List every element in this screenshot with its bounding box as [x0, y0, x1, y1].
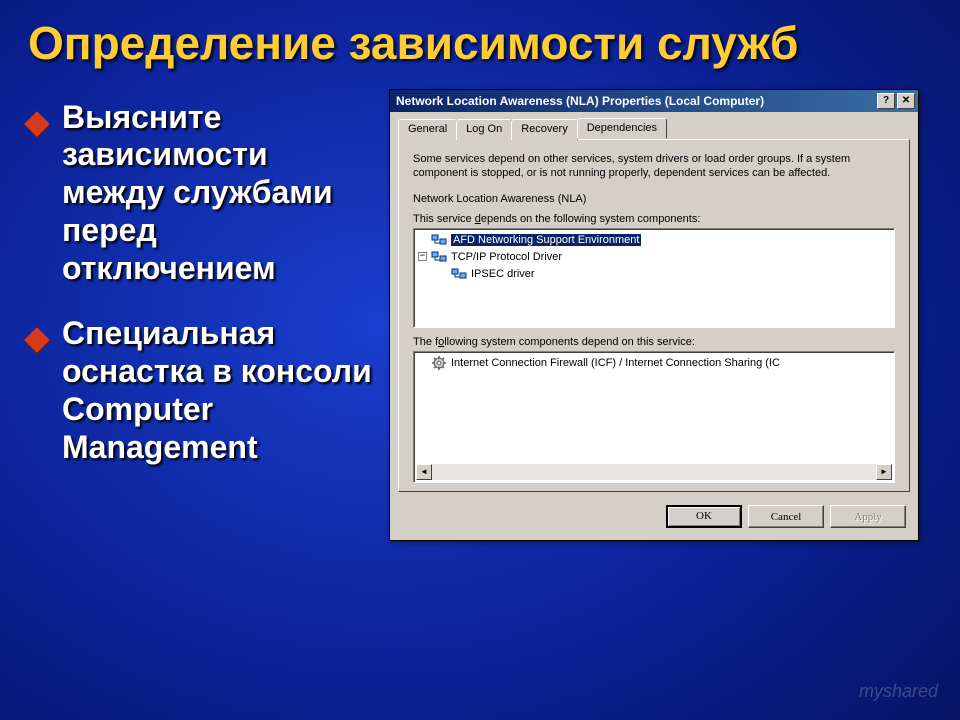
bullet-list: Выясните зависимости между службами пере…	[14, 89, 379, 542]
tree-item-label: TCP/IP Protocol Driver	[451, 251, 562, 263]
depends-on-label: This service depends on the following sy…	[413, 213, 895, 225]
tab-dependencies[interactable]: Dependencies	[577, 118, 667, 139]
network-icon	[431, 250, 447, 264]
bullet-diamond-icon	[24, 111, 49, 136]
tree-item-label: Internet Connection Firewall (ICF) / Int…	[451, 357, 780, 369]
apply-button[interactable]: Apply	[830, 505, 906, 528]
collapse-icon[interactable]: −	[418, 252, 427, 261]
tab-log-on[interactable]: Log On	[456, 119, 512, 140]
bullet-item: Специальная оснастка в консоли Computer …	[28, 315, 375, 466]
depends-on-tree[interactable]: AFD Networking Support Environment − TCP…	[413, 228, 895, 328]
bullet-diamond-icon	[24, 328, 49, 353]
tab-panel: Some services depend on other services, …	[398, 139, 910, 493]
service-name-label: Network Location Awareness (NLA)	[413, 193, 895, 205]
tab-recovery[interactable]: Recovery	[511, 119, 577, 140]
dependents-label: The following system components depend o…	[413, 336, 895, 348]
close-button[interactable]: ✕	[897, 93, 915, 109]
titlebar: Network Location Awareness (NLA) Propert…	[390, 90, 918, 112]
description-text: Some services depend on other services, …	[413, 152, 895, 182]
scroll-track[interactable]	[432, 464, 876, 480]
tree-item[interactable]: IPSEC driver	[416, 265, 892, 282]
bullet-text: Специальная оснастка в консоли Computer …	[62, 315, 375, 466]
titlebar-text: Network Location Awareness (NLA) Propert…	[396, 94, 875, 108]
scroll-left-icon[interactable]: ◄	[416, 464, 432, 480]
tab-strip: General Log On Recovery Dependencies	[390, 112, 918, 139]
tab-general[interactable]: General	[398, 119, 457, 140]
help-button[interactable]: ?	[877, 93, 895, 109]
network-icon	[451, 267, 467, 281]
tree-item-label: AFD Networking Support Environment	[451, 234, 641, 246]
tree-item[interactable]: AFD Networking Support Environment	[416, 231, 892, 248]
bullet-text: Выясните зависимости между службами пере…	[62, 99, 375, 288]
bullet-item: Выясните зависимости между службами пере…	[28, 99, 375, 288]
properties-dialog: Network Location Awareness (NLA) Propert…	[389, 89, 919, 542]
tree-item[interactable]: Internet Connection Firewall (ICF) / Int…	[416, 354, 892, 371]
tree-item-label: IPSEC driver	[471, 268, 535, 280]
ok-button[interactable]: OK	[666, 505, 742, 528]
cancel-button[interactable]: Cancel	[748, 505, 824, 528]
network-icon	[431, 233, 447, 247]
dependents-tree[interactable]: Internet Connection Firewall (ICF) / Int…	[413, 351, 895, 483]
horizontal-scrollbar[interactable]: ◄ ►	[416, 464, 892, 480]
tree-item[interactable]: − TCP/IP Protocol Driver	[416, 248, 892, 265]
watermark: myshared	[859, 681, 938, 702]
scroll-right-icon[interactable]: ►	[876, 464, 892, 480]
dialog-buttons: OK Cancel Apply	[390, 500, 918, 540]
slide-title: Определение зависимости служб	[0, 0, 960, 79]
gear-icon	[431, 356, 447, 370]
